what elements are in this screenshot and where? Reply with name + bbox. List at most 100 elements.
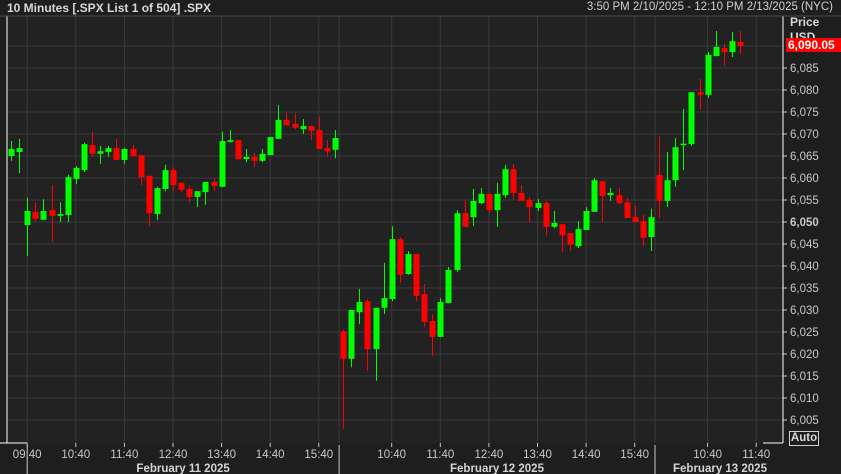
candle-body: [32, 211, 39, 219]
candle-body: [397, 239, 404, 275]
session-date-label: February 13 2025: [673, 463, 768, 474]
y-tick-label: 6,080: [790, 85, 819, 97]
candle-body: [154, 188, 161, 215]
candle-body: [227, 140, 234, 142]
x-tick-label: 12:40: [159, 449, 188, 461]
candle-body: [616, 195, 623, 204]
candle-body: [680, 143, 687, 146]
x-tick-label: 12:40: [475, 449, 504, 461]
candle-body: [551, 222, 558, 227]
candle-body: [721, 48, 728, 53]
candle-body: [49, 210, 56, 216]
candle-body: [664, 180, 671, 201]
candle-up: [688, 92, 695, 146]
candle-body: [713, 46, 720, 57]
x-tick-label: 11:40: [110, 449, 138, 461]
y-tick-label: 6,070: [790, 129, 819, 141]
candle-up: [502, 164, 509, 198]
candle-up: [65, 174, 72, 222]
candle-up: [445, 266, 452, 303]
candle-body: [348, 310, 355, 359]
candle-body: [57, 214, 64, 216]
y-tick-label: 6,060: [790, 173, 819, 185]
candle-body: [138, 155, 145, 178]
candle-body: [202, 181, 209, 193]
candle-body: [316, 130, 323, 149]
y-tick-label: 6,030: [790, 305, 819, 317]
candle-body: [405, 254, 412, 274]
x-tick-label: 14:40: [256, 449, 285, 461]
candle-body: [121, 148, 128, 160]
candle-body: [697, 92, 704, 95]
candle-up: [437, 298, 444, 337]
candle-body: [24, 211, 31, 226]
session-date-label: February 12 2025: [450, 463, 545, 474]
candlestick-chart[interactable]: 6,005 6,010 6,015 6,020 6,025 6,030 6,035 6,040…: [0, 0, 841, 474]
y-tick-label: 6,020: [790, 349, 819, 361]
candle-body: [413, 254, 420, 296]
candle-body: [300, 126, 307, 130]
candle-body: [518, 192, 525, 201]
candle-body: [243, 156, 250, 160]
candle-body: [599, 181, 606, 197]
candle-body: [267, 137, 274, 156]
candle-body: [81, 144, 88, 171]
candle-body: [575, 229, 582, 247]
x-tick-label: 13:40: [207, 449, 236, 461]
candle-body: [462, 213, 469, 227]
candle-body: [186, 189, 193, 197]
candle-body: [640, 221, 647, 238]
candle-down: [413, 254, 420, 302]
candle-body: [494, 193, 501, 211]
price-axis[interactable]: 6,005 6,010 6,015 6,020 6,025 6,030 6,035 6,040…: [783, 63, 819, 427]
y-tick-label: 6,075: [790, 107, 819, 119]
x-tick-label: 10:40: [61, 449, 90, 461]
candle-body: [16, 148, 23, 153]
candle-body: [632, 217, 639, 222]
session-date-label: February 11 2025: [136, 463, 230, 474]
plot-area[interactable]: [7, 16, 783, 443]
candle-body: [364, 301, 371, 350]
x-tick-label: 15:40: [304, 449, 333, 461]
candle-body: [478, 193, 485, 204]
candle-body: [624, 202, 631, 219]
candle-body: [454, 213, 461, 270]
candle-body: [235, 140, 242, 160]
time-axis[interactable]: 09:40 10:40 11:40 12:40 13:40 14:40 15:40 10:40…: [13, 443, 770, 474]
candle-body: [437, 302, 444, 337]
candle-body: [737, 42, 744, 46]
candle-body: [292, 123, 299, 128]
candle-up: [348, 310, 355, 368]
candle-body: [275, 119, 282, 139]
auto-scale-button[interactable]: Auto: [789, 431, 819, 446]
candle-body: [591, 180, 598, 212]
y-tick-label: 6,055: [790, 195, 819, 207]
candle-body: [607, 192, 614, 196]
candle-body: [194, 191, 201, 197]
candle-body: [211, 181, 218, 186]
candle-body: [526, 200, 533, 208]
candle-body: [502, 169, 509, 196]
candle-body: [389, 239, 396, 299]
candle-up: [454, 210, 461, 273]
candle-body: [251, 156, 258, 161]
candle-up: [591, 178, 598, 212]
y-tick-label: 6,035: [790, 283, 819, 295]
candle-body: [672, 147, 679, 181]
candle-body: [543, 203, 550, 227]
candle-body: [705, 54, 712, 95]
candle-body: [583, 211, 590, 230]
candle-body: [729, 41, 736, 53]
candle-body: [559, 224, 566, 236]
candle-body: [97, 151, 104, 154]
y-tick-label: 6,015: [790, 371, 819, 383]
candle-body: [373, 307, 380, 350]
candle-body: [332, 137, 339, 150]
candle-body: [445, 269, 452, 303]
candle-body: [535, 203, 542, 208]
candle-body: [429, 321, 436, 337]
candle-body: [105, 148, 112, 153]
y-tick-label: 6,025: [790, 327, 819, 339]
candle-body: [656, 174, 663, 201]
candle-body: [283, 119, 290, 126]
